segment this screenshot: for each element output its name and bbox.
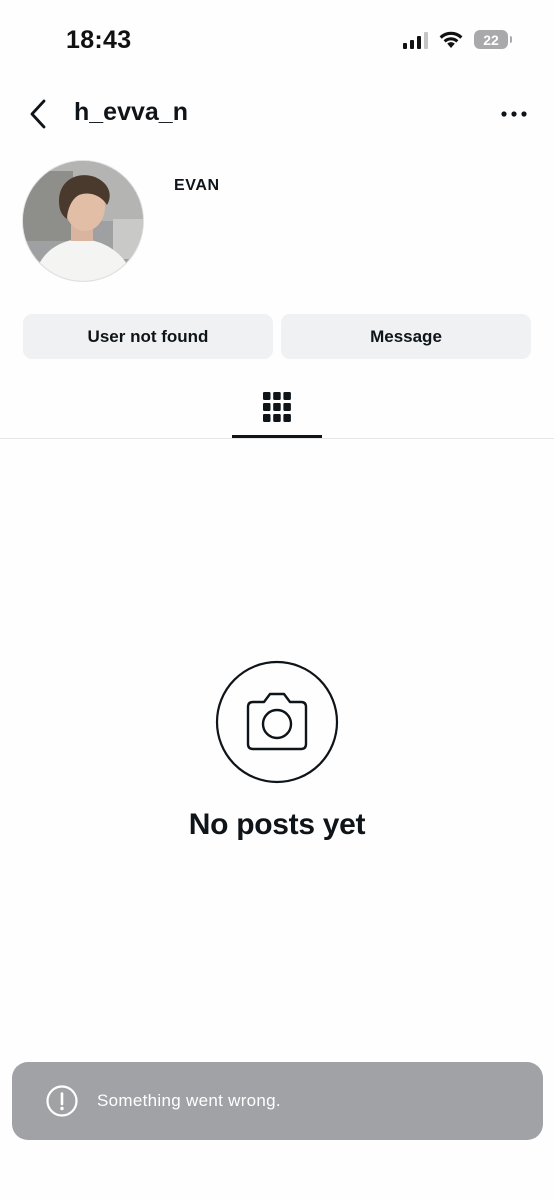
wifi-icon bbox=[439, 31, 463, 48]
user-not-found-button[interactable]: User not found bbox=[23, 314, 273, 359]
cellular-signal-icon bbox=[403, 31, 428, 49]
battery-icon: 22 bbox=[474, 30, 512, 49]
more-options-icon[interactable] bbox=[500, 104, 528, 124]
profile-username: h_evva_n bbox=[74, 98, 188, 126]
display-name: EVAN bbox=[174, 177, 220, 194]
tab-divider bbox=[0, 438, 554, 439]
camera-icon bbox=[215, 660, 339, 784]
back-arrow-icon[interactable] bbox=[26, 97, 52, 131]
tab-posts-grid[interactable] bbox=[232, 380, 322, 438]
avatar[interactable] bbox=[22, 160, 144, 282]
message-button[interactable]: Message bbox=[281, 314, 531, 359]
empty-state-text: No posts yet bbox=[188, 808, 366, 841]
error-toast[interactable]: Something went wrong. bbox=[12, 1062, 543, 1140]
exclamation-circle-icon bbox=[46, 1085, 78, 1117]
profile-screen: 18:43 22 h_evva_n EVAN User not found Me… bbox=[0, 0, 554, 1200]
status-indicators: 22 bbox=[403, 30, 512, 49]
grid-icon bbox=[263, 392, 291, 422]
status-time: 18:43 bbox=[66, 26, 132, 54]
toast-message: Something went wrong. bbox=[97, 1091, 281, 1110]
